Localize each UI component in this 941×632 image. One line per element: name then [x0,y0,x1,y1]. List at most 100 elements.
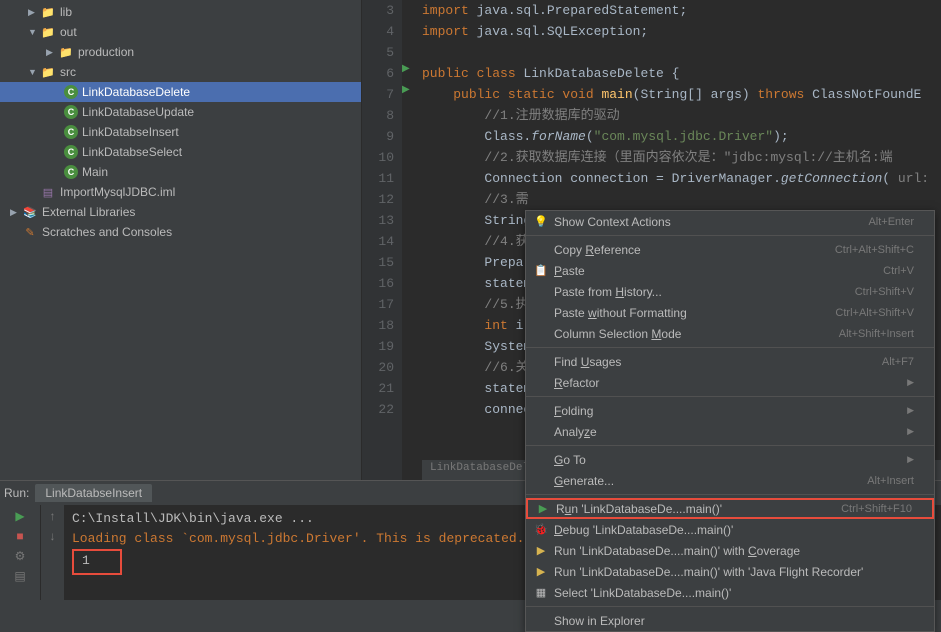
folder-icon: 📁 [40,24,56,40]
menu-icon: ▶ [534,502,552,515]
stop-icon[interactable]: ■ [16,529,23,543]
line-number: 11 [362,168,402,189]
class-icon: C [64,105,78,119]
menu-label: Refactor [550,376,907,390]
tree-item-linkdatbaseselect[interactable]: CLinkDatabseSelect [0,142,361,162]
run-gutter-icon[interactable]: ▶ [402,63,410,75]
menu-icon: ▶ [532,565,550,578]
menu-item[interactable]: Find UsagesAlt+F7 [526,351,934,372]
menu-label: Folding [550,404,907,418]
chevron-down-icon: ▼ [28,67,38,77]
menu-label: Select 'LinkDatabaseDe....main()' [550,586,914,600]
tree-item-src[interactable]: ▼📁src [0,62,361,82]
menu-item[interactable]: ▶Run 'LinkDatabaseDe....main()' with Cov… [526,540,934,561]
tree-item-linkdatabseinsert[interactable]: C LinkDatabseInsert [0,122,361,142]
tree-label: Main [82,165,108,179]
menu-item[interactable]: Folding▶ [526,400,934,421]
line-number: 13 [362,210,402,231]
menu-item[interactable]: ▶Run 'LinkDatabaseDe....main()' with 'Ja… [526,561,934,582]
folder-icon: 📁 [40,64,56,80]
run-gutter-icon[interactable]: ▶ [402,84,410,96]
up-icon[interactable]: ↑ [50,509,56,523]
line-number: 7 [362,84,402,105]
menu-label: Copy Reference [550,243,835,257]
menu-item[interactable]: 📋PasteCtrl+V [526,260,934,281]
menu-label: Run 'LinkDatabaseDe....main()' [552,502,841,516]
down-icon[interactable]: ↓ [50,529,56,543]
settings-icon[interactable]: ⚙ [15,549,26,563]
menu-item[interactable]: Column Selection ModeAlt+Shift+Insert [526,323,934,344]
line-number: 15 [362,252,402,273]
run-toolbar: ▶ ■ ⚙ ▤ [0,505,40,600]
tree-label: Scratches and Consoles [42,225,172,239]
line-number: 14 [362,231,402,252]
menu-item[interactable]: Refactor▶ [526,372,934,393]
library-icon: 📚 [22,204,38,220]
tree-label: LinkDatabseSelect [82,145,182,159]
line-number: 6 [362,63,402,84]
menu-shortcut: Alt+Insert [867,475,914,487]
tree-label: LinkDatabaseDelete [82,85,190,99]
tree-label: External Libraries [42,205,135,219]
tree-item-external-libraries[interactable]: ▶📚 External Libraries [0,202,361,222]
tree-label: LinkDatabaseUpdate [82,105,194,119]
chevron-right-icon: ▶ [10,207,20,218]
layout-icon[interactable]: ▤ [14,569,25,583]
line-number: 19 [362,336,402,357]
line-number: 12 [362,189,402,210]
menu-label: Analyze [550,425,907,439]
line-number: 18 [362,315,402,336]
menu-item[interactable]: 💡Show Context ActionsAlt+Enter [526,211,934,232]
menu-item[interactable]: Copy ReferenceCtrl+Alt+Shift+C [526,239,934,260]
tree-item-linkdatabaseupdate[interactable]: C LinkDatabaseUpdate [0,102,361,122]
tree-item-out[interactable]: ▼📁out [0,22,361,42]
menu-label: Find Usages [550,355,882,369]
menu-label: Debug 'LinkDatabaseDe....main()' [550,523,914,537]
menu-item[interactable]: ▶Run 'LinkDatabaseDe....main()'Ctrl+Shif… [526,498,934,519]
run-tab[interactable]: LinkDatabseInsert [35,484,152,502]
menu-item[interactable]: ▦Select 'LinkDatabaseDe....main()' [526,582,934,603]
tree-item-iml[interactable]: ▤ImportMysqlJDBC.iml [0,182,361,202]
console-line: Loading class `com.mysql.jdbc.Driver'. T… [72,531,524,546]
tree-label: LinkDatabseInsert [82,125,179,139]
menu-icon: ▦ [532,586,550,599]
menu-item[interactable]: Paste from History...Ctrl+Shift+V [526,281,934,302]
tree-item-scratches[interactable]: ✎ Scratches and Consoles [0,222,361,242]
folder-icon: 📁 [40,4,56,20]
menu-icon: 🐞 [532,523,550,536]
line-number: 4 [362,21,402,42]
menu-label: Column Selection Mode [550,327,839,341]
folder-icon: 📁 [58,44,74,60]
project-tree: ▶📁lib ▼📁out ▶📁production ▼📁src CLinkData… [0,0,362,480]
class-icon: C [64,85,78,99]
submenu-arrow-icon: ▶ [907,377,914,388]
tree-label: production [78,45,134,59]
tree-item-linkdatabasedelete[interactable]: C LinkDatabaseDelete [0,82,361,102]
menu-label: Paste [550,264,883,278]
menu-item[interactable]: Go To▶ [526,449,934,470]
chevron-down-icon: ▼ [28,27,38,37]
scratch-icon: ✎ [22,224,38,240]
result-highlight: 1 [72,549,122,575]
menu-label: Paste from History... [550,285,855,299]
menu-icon: ▶ [532,544,550,557]
menu-shortcut: Alt+F7 [882,356,914,368]
class-icon: C [64,165,78,179]
line-number: 3 [362,0,402,21]
menu-item[interactable]: 🐞Debug 'LinkDatabaseDe....main()' [526,519,934,540]
class-icon: C [64,125,78,139]
line-number: 16 [362,273,402,294]
tree-item-lib[interactable]: ▶📁lib [0,2,361,22]
run-label: Run: [4,486,29,500]
menu-icon: 📋 [532,264,550,277]
menu-label: Show in Explorer [550,614,914,628]
menu-item[interactable]: Analyze▶ [526,421,934,442]
run-icon[interactable]: ▶ [15,509,24,523]
tree-item-main[interactable]: C Main [0,162,361,182]
menu-shortcut: Ctrl+Shift+F10 [841,503,912,515]
tree-item-production[interactable]: ▶📁production [0,42,361,62]
menu-item[interactable]: Paste without FormattingCtrl+Alt+Shift+V [526,302,934,323]
menu-item[interactable]: Generate...Alt+Insert [526,470,934,491]
line-number: 10 [362,147,402,168]
menu-item[interactable]: Show in Explorer [526,610,934,631]
